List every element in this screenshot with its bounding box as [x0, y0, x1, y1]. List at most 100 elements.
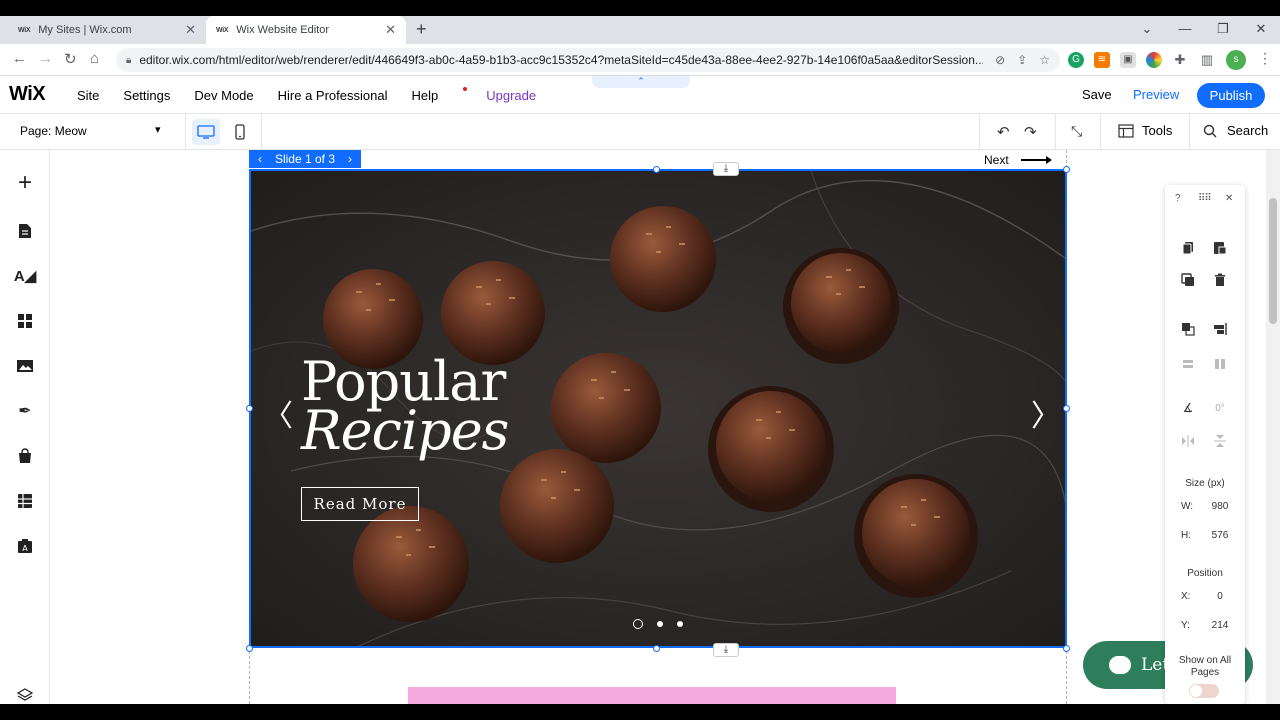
menu-help[interactable]: Help — [411, 86, 468, 103]
stretch-anchor-icon[interactable]: ⤓ — [713, 162, 739, 176]
chevron-down-icon[interactable]: ▾ — [155, 123, 161, 136]
undo-icon[interactable]: ↶ — [997, 123, 1010, 141]
previous-slide-icon[interactable]: ‹ — [249, 152, 271, 166]
resize-handle[interactable] — [246, 645, 253, 652]
resize-handle[interactable] — [653, 166, 660, 173]
rotation-value[interactable]: 0° — [1207, 403, 1233, 414]
apps-icon[interactable] — [14, 310, 36, 332]
tracking-icon[interactable]: ⊘ — [995, 53, 1005, 67]
publish-button[interactable]: Publish — [1197, 83, 1265, 108]
browser-menu-icon[interactable]: ⋮ — [1258, 50, 1272, 67]
chevron-right-icon[interactable]: 〉 — [1031, 391, 1061, 435]
align-icon[interactable] — [1211, 320, 1229, 338]
close-tab-icon[interactable]: ✕ — [185, 22, 196, 38]
tab-wix-editor[interactable]: WiX Wix Website Editor ✕ — [206, 16, 406, 44]
canvas-scrollbar[interactable] — [1266, 150, 1280, 704]
wix-logo[interactable]: WiX — [9, 83, 46, 106]
menu-upgrade[interactable]: Upgrade — [486, 88, 536, 103]
wix-top-bar: WiX Site Settings Dev Mode Hire a Profes… — [0, 76, 1280, 114]
blog-pen-icon[interactable]: ✒ — [14, 400, 36, 422]
duplicate-icon[interactable] — [1179, 271, 1197, 289]
save-button[interactable]: Save — [1082, 87, 1112, 102]
add-elements-icon[interactable]: + — [14, 169, 36, 196]
resize-handle[interactable] — [1063, 645, 1070, 652]
minimize-icon[interactable]: — — [1166, 16, 1204, 44]
resize-handle[interactable] — [246, 405, 253, 412]
flip-horizontal-icon[interactable] — [1179, 432, 1197, 450]
next-slide-icon[interactable]: › — [339, 152, 361, 166]
maximize-icon[interactable]: ❐ — [1204, 16, 1242, 44]
color-picker-extension-icon[interactable] — [1146, 52, 1162, 68]
chevron-left-icon[interactable]: 〈 — [263, 391, 293, 435]
trash-icon[interactable] — [1211, 271, 1229, 289]
stretch-anchor-icon[interactable]: ⤓ — [713, 643, 739, 657]
y-field[interactable]: 214 — [1207, 620, 1233, 631]
slideshow[interactable]: Popular Recipes Read More 〈 〉 — [249, 169, 1067, 648]
help-icon[interactable]: ? — [1175, 193, 1181, 204]
menu-settings[interactable]: Settings — [123, 88, 170, 103]
next-slide-link[interactable]: Next — [984, 153, 1052, 167]
divider — [1055, 114, 1056, 150]
drag-handle-icon[interactable]: ⠿⠿ — [1198, 193, 1212, 204]
portfolio-icon[interactable]: A — [14, 535, 36, 557]
collapse-topbar-icon[interactable]: ⌃ — [592, 76, 690, 88]
mobile-view-button[interactable] — [226, 119, 254, 145]
redo-icon[interactable]: ↷ — [1024, 123, 1037, 141]
distribute-icon[interactable] — [1179, 355, 1197, 373]
scrollbar-thumb[interactable] — [1269, 198, 1277, 324]
bookmark-star-icon[interactable]: ☆ — [1039, 53, 1050, 67]
url-field[interactable]: 🔒︎ editor.wix.com/html/editor/web/render… — [116, 48, 1060, 72]
paste-icon[interactable] — [1211, 239, 1229, 257]
read-more-button[interactable]: Read More — [301, 487, 419, 521]
grammarly-extension-icon[interactable]: G — [1068, 52, 1084, 68]
arrange-icon[interactable] — [1179, 320, 1197, 338]
copy-icon[interactable] — [1179, 239, 1197, 257]
extension-icon[interactable]: ▣ — [1120, 52, 1136, 68]
show-all-pages-toggle[interactable] — [1189, 684, 1219, 698]
page-bar: Page: Meow ▾ ↶ ↷ ⤡ Tools Search — [0, 114, 1280, 150]
share-icon[interactable]: ⇪ — [1017, 53, 1027, 67]
slide-dot[interactable] — [657, 621, 663, 627]
flip-vertical-icon[interactable] — [1211, 432, 1229, 450]
preview-button[interactable]: Preview — [1133, 87, 1179, 102]
side-panel-icon[interactable]: ▥ — [1199, 52, 1215, 68]
puzzle-extensions-icon[interactable]: ✚ — [1172, 52, 1188, 68]
desktop-view-button[interactable] — [192, 119, 220, 145]
x-field[interactable]: 0 — [1207, 591, 1233, 602]
new-tab-icon[interactable]: + — [416, 19, 427, 40]
tab-search-icon[interactable]: ⌄ — [1128, 16, 1166, 44]
match-size-icon[interactable] — [1211, 355, 1229, 373]
size-label: Size (px) — [1185, 478, 1225, 489]
back-icon[interactable]: ← — [12, 50, 27, 67]
pages-icon[interactable] — [14, 220, 36, 242]
slide-dot[interactable] — [633, 619, 643, 629]
menu-hire-professional[interactable]: Hire a Professional — [278, 88, 388, 103]
resize-handle[interactable] — [1063, 166, 1070, 173]
tab-my-sites[interactable]: WiX My Sites | Wix.com ✕ — [8, 16, 206, 44]
store-bag-icon[interactable] — [14, 445, 36, 467]
rotate-icon[interactable]: ∡ — [1179, 399, 1197, 417]
forward-icon[interactable]: → — [38, 50, 53, 67]
height-field[interactable]: 576 — [1207, 530, 1233, 541]
resize-handle[interactable] — [1063, 405, 1070, 412]
width-field[interactable]: 980 — [1207, 501, 1233, 512]
page-selector[interactable]: Page: Meow — [20, 124, 87, 138]
design-icon[interactable]: A◢ — [14, 265, 36, 287]
menu-site[interactable]: Site — [77, 88, 99, 103]
close-icon[interactable]: ✕ — [1225, 193, 1233, 204]
close-window-icon[interactable]: ✕ — [1242, 16, 1280, 44]
resize-handle[interactable] — [653, 645, 660, 652]
menu-dev-mode[interactable]: Dev Mode — [194, 88, 253, 103]
rss-extension-icon[interactable]: ≋ — [1094, 52, 1110, 68]
zoom-out-icon[interactable]: ⤡ — [1071, 123, 1082, 140]
media-icon[interactable] — [14, 355, 36, 377]
layers-icon[interactable] — [14, 684, 36, 704]
profile-avatar[interactable]: s — [1226, 50, 1246, 70]
home-icon[interactable]: ⌂ — [90, 50, 99, 67]
slide-dot[interactable] — [677, 621, 683, 627]
cms-table-icon[interactable] — [14, 490, 36, 512]
search-button[interactable]: Search — [1203, 123, 1268, 138]
tools-button[interactable]: Tools — [1118, 123, 1172, 138]
close-tab-icon[interactable]: ✕ — [385, 22, 396, 38]
reload-icon[interactable]: ↻ — [64, 50, 77, 68]
